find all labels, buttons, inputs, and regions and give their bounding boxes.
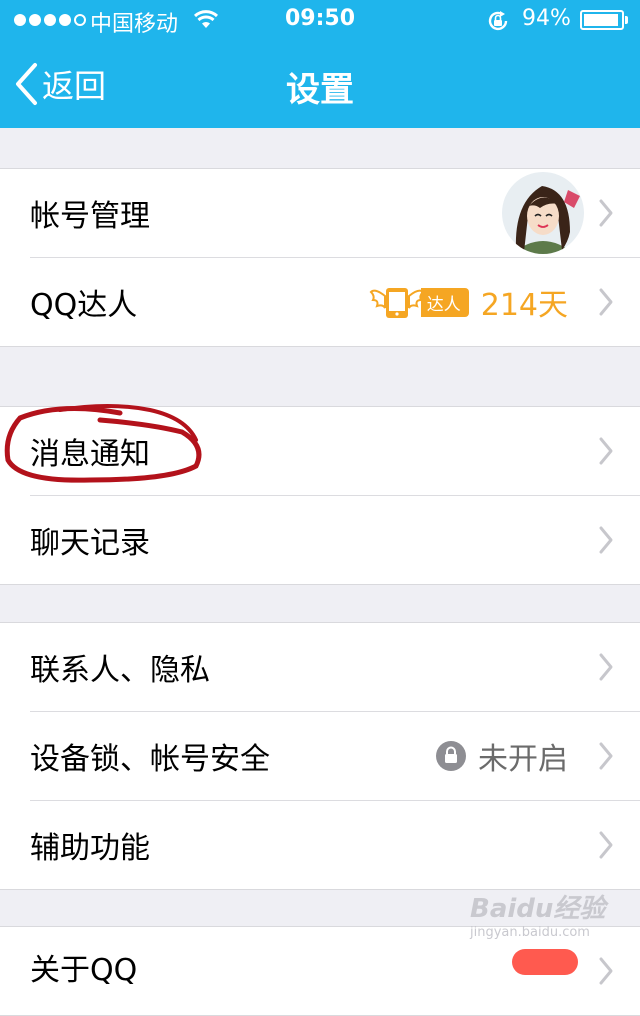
row-label: 设备锁、帐号安全 (30, 742, 270, 777)
chevron-right-icon (599, 742, 613, 770)
nav-header: 中国移动 09:50 94% 返回 设置 (0, 0, 640, 128)
settings-row-device-lock[interactable]: 设备锁、帐号安全 未开启 (30, 711, 640, 800)
rotation-lock-icon (488, 11, 508, 31)
watermark-text: Baidu经验 (470, 894, 606, 924)
row-label: 聊天记录 (30, 526, 150, 561)
row-label: 帐号管理 (30, 199, 150, 234)
winged-phone-icon (369, 288, 425, 318)
chevron-right-icon (599, 288, 613, 316)
chevron-right-icon (599, 437, 613, 465)
new-badge (512, 949, 578, 975)
settings-row-about[interactable]: 关于QQ (0, 927, 640, 1015)
battery-icon (580, 10, 624, 30)
row-label: 消息通知 (30, 437, 150, 472)
chevron-right-icon (599, 957, 613, 985)
settings-row-contacts-privacy[interactable]: 联系人、隐私 (0, 623, 640, 711)
battery-tip (625, 16, 628, 24)
status-bar: 中国移动 09:50 94% (0, 0, 640, 40)
row-label: 关于QQ (30, 953, 138, 988)
settings-group-messages: 消息通知 聊天记录 (0, 406, 640, 585)
battery-percent: 94% (522, 6, 571, 31)
watermark-url: jingyan.baidu.com (470, 925, 590, 940)
settings-row-account[interactable]: 帐号管理 (0, 169, 640, 257)
settings-row-notifications[interactable]: 消息通知 (0, 407, 640, 495)
lock-icon (436, 741, 466, 771)
baidu-watermark: Baidu经验 jingyan.baidu.com (470, 888, 605, 940)
avatar (502, 172, 584, 254)
settings-group-account: 帐号管理 QQ达人 达人 214天 (0, 168, 640, 347)
page-title: 设置 (286, 70, 354, 110)
qq-expert-badge: 达人 214天 (369, 280, 568, 324)
chevron-right-icon (599, 831, 613, 859)
settings-row-accessibility[interactable]: 辅助功能 (30, 800, 640, 889)
settings-row-qq-expert[interactable]: QQ达人 达人 214天 (30, 257, 640, 346)
battery-fill (584, 14, 618, 26)
chevron-right-icon (599, 199, 613, 227)
row-label: QQ达人 (30, 288, 138, 323)
status-label: 未开启 (478, 742, 568, 777)
chevron-right-icon (599, 653, 613, 681)
settings-group-privacy: 联系人、隐私 设备锁、帐号安全 未开启 辅助功能 (0, 622, 640, 890)
expert-badge-label: 达人 (420, 287, 469, 317)
row-label: 辅助功能 (30, 831, 150, 866)
settings-row-chat-history[interactable]: 聊天记录 (30, 495, 640, 584)
device-lock-status: 未开启 (436, 734, 568, 778)
avatar-image (502, 172, 584, 254)
chevron-right-icon (599, 526, 613, 554)
row-label: 联系人、隐私 (30, 653, 210, 688)
expert-days: 214天 (480, 288, 568, 323)
